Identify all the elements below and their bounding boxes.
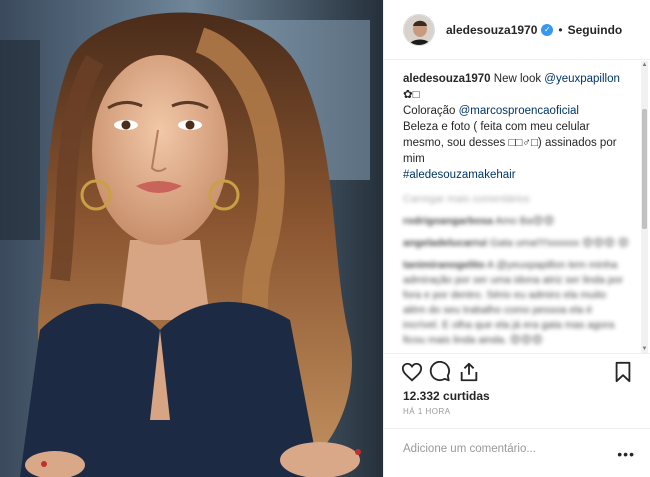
- comment-username[interactable]: tanimiranogelito: [403, 259, 485, 271]
- comment-text: Amo Ba😍😍: [495, 215, 555, 227]
- scroll-down-icon[interactable]: ▼: [641, 345, 648, 353]
- post-side-panel: aledesouza1970 ✓ • Seguindo aledesouza19…: [383, 0, 650, 477]
- caption-line-3: Coloração @marcosproencaoficial: [403, 103, 630, 119]
- caption-text-1: New look: [490, 73, 545, 85]
- action-bar: [384, 353, 650, 388]
- post-header: aledesouza1970 ✓ • Seguindo: [384, 0, 650, 60]
- bookmark-icon[interactable]: [612, 361, 634, 383]
- more-options-button[interactable]: •••: [617, 447, 635, 461]
- likes-count[interactable]: 12.332 curtidas: [403, 389, 490, 403]
- comment-input[interactable]: [403, 439, 603, 459]
- header-username[interactable]: aledesouza1970: [446, 23, 537, 37]
- avatar-image: [404, 14, 434, 45]
- mention-link[interactable]: @yeuxpapillon: [544, 73, 620, 85]
- comment-text: A @yeuxpapillon tem minha admiração por …: [403, 259, 624, 346]
- post-photo[interactable]: [0, 0, 383, 477]
- following-button[interactable]: Seguindo: [568, 23, 623, 37]
- verified-badge-icon: ✓: [541, 23, 554, 36]
- caption-line-2: ✿□: [403, 89, 420, 101]
- comment-item: rodrigoangarbosa Amo Ba😍😍: [403, 214, 630, 229]
- caption-line-4: Beleza e foto ( feita com meu celular me…: [403, 121, 620, 165]
- comment-item: tanimiranogelito A @yeuxpapillon tem min…: [403, 258, 630, 348]
- instagram-post: aledesouza1970 ✓ • Seguindo aledesouza19…: [0, 0, 650, 477]
- comment-username[interactable]: angeladelucarrui: [403, 237, 487, 249]
- avatar[interactable]: [403, 13, 435, 46]
- comment-icon[interactable]: [429, 361, 451, 383]
- portrait-image: [0, 0, 383, 477]
- hashtag-link[interactable]: #aledesouzamakehair: [403, 169, 516, 181]
- mention-link[interactable]: @marcosproencaoficial: [459, 105, 579, 117]
- post-timestamp: Há 1 hora: [403, 407, 451, 416]
- share-icon[interactable]: [458, 361, 480, 383]
- separator-dot: •: [558, 22, 563, 37]
- caption-username[interactable]: aledesouza1970: [403, 73, 491, 85]
- scroll-up-icon[interactable]: ▲: [641, 61, 648, 69]
- comment-item: angeladelucarrui Gata uma!!!!xxxxxx 😍😍😍 …: [403, 236, 630, 251]
- comment-username[interactable]: rodrigoangarbosa: [403, 215, 493, 227]
- post-caption: aledesouza1970 New look @yeuxpapillon ✿□…: [403, 71, 630, 183]
- caption-line-1: aledesouza1970 New look @yeuxpapillon: [403, 71, 630, 87]
- add-comment-bar: •••: [384, 428, 650, 477]
- heart-icon[interactable]: [401, 361, 423, 383]
- comment-text: Gata uma!!!!xxxxxx 😍😍😍 😍: [489, 237, 629, 249]
- comments-list[interactable]: aledesouza1970 New look @yeuxpapillon ✿□…: [384, 61, 642, 353]
- caption-text-3: Coloração: [403, 105, 459, 117]
- scrollbar-thumb[interactable]: [642, 109, 647, 229]
- comments-scrollbar[interactable]: ▲ ▼: [641, 61, 648, 353]
- load-more-comments-button[interactable]: Carregar mais comentários: [403, 191, 630, 207]
